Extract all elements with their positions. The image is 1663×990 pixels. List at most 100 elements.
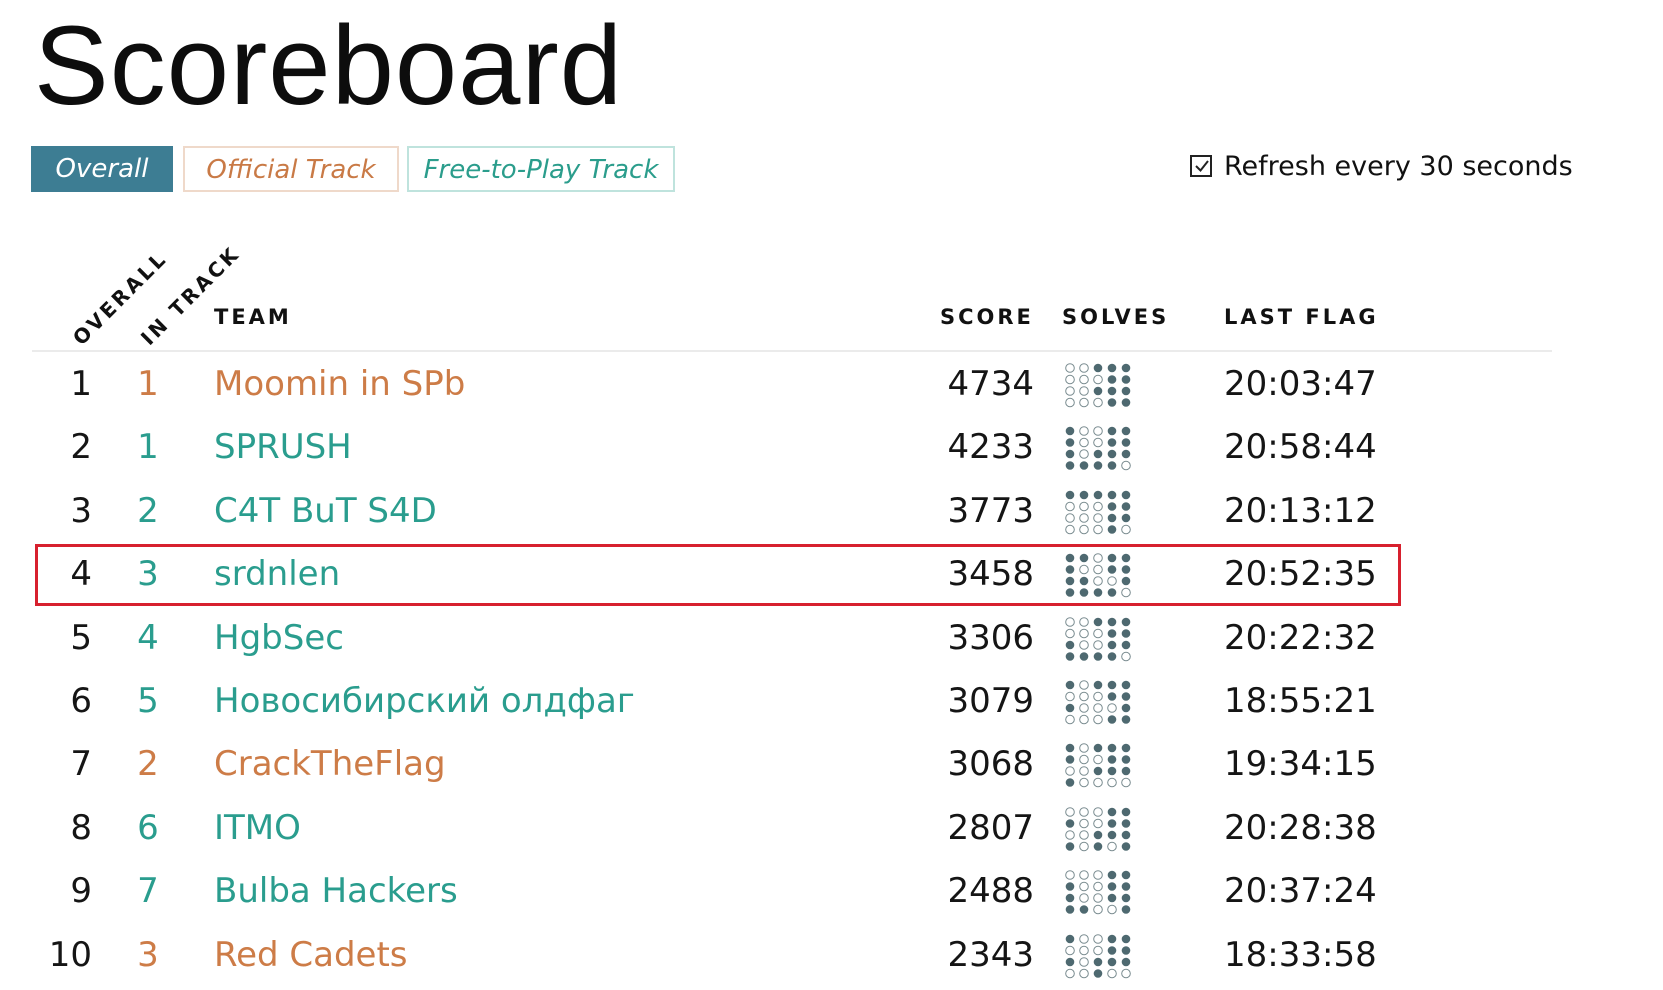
unsolved-dot xyxy=(1065,806,1075,817)
solved-dot xyxy=(1065,893,1075,903)
unsolved-dot xyxy=(1079,870,1089,880)
overall-rank: 9 xyxy=(70,871,92,912)
team-name-link[interactable]: C4T BuT S4D xyxy=(214,481,437,541)
unsolved-dot xyxy=(1093,818,1103,829)
score-value: 3773 xyxy=(947,490,1034,531)
unsolved-dot xyxy=(1093,778,1103,788)
solved-dot xyxy=(1107,524,1117,534)
solved-dot xyxy=(1107,501,1117,511)
table-row: 9 7 Bulba Hackers 2488 20:37:24 xyxy=(0,861,1663,921)
unsolved-dot xyxy=(1079,714,1089,725)
solved-dot xyxy=(1079,651,1089,661)
solved-dot xyxy=(1121,692,1131,701)
solves-grid xyxy=(1064,616,1134,664)
unsolved-dot xyxy=(1079,755,1089,765)
track-rank: 1 xyxy=(137,364,159,404)
unsolved-dot xyxy=(1079,818,1089,829)
solves-dots xyxy=(1065,490,1131,535)
refresh-toggle[interactable]: Refresh every 30 seconds xyxy=(1190,148,1573,184)
solved-dot xyxy=(1121,945,1131,955)
unsolved-dot xyxy=(1079,881,1089,892)
solved-dot xyxy=(1079,576,1089,586)
team-name-link[interactable]: SPRUSH xyxy=(214,417,352,477)
track-rank: 3 xyxy=(137,554,159,595)
unsolved-dot xyxy=(1107,968,1117,978)
solved-dot xyxy=(1093,450,1103,459)
solved-dot xyxy=(1065,565,1075,574)
team-name-link[interactable]: Red Cadets xyxy=(214,925,408,985)
score-value: 4233 xyxy=(947,427,1034,468)
solved-dot xyxy=(1121,830,1131,840)
solved-dot xyxy=(1093,461,1103,471)
solved-dot xyxy=(1107,692,1117,701)
unsolved-dot xyxy=(1093,881,1103,892)
refresh-checkbox[interactable] xyxy=(1190,155,1212,177)
solved-dot xyxy=(1107,870,1117,880)
team-name-link[interactable]: Moomin in SPb xyxy=(214,354,465,414)
solved-dot xyxy=(1065,651,1075,661)
table-row: 6 5 Новосибирский олдфаг 3079 18:55:21 xyxy=(0,671,1663,731)
solved-dot xyxy=(1107,513,1117,523)
solves-dots xyxy=(1065,553,1131,598)
solved-dot xyxy=(1121,501,1131,511)
track-rank: 7 xyxy=(137,871,159,912)
tab-official-track[interactable]: Official Track xyxy=(183,146,399,192)
team-name-link[interactable]: Новосибирский олдфаг xyxy=(214,671,635,731)
column-header-last-flag: LAST FLAG xyxy=(1224,305,1379,329)
solved-dot xyxy=(1107,398,1117,407)
unsolved-dot xyxy=(1079,956,1089,967)
solved-dot xyxy=(1107,945,1117,955)
overall-rank: 7 xyxy=(70,744,92,785)
unsolved-dot xyxy=(1079,968,1089,978)
solved-dot xyxy=(1065,438,1075,448)
solved-dot xyxy=(1121,398,1131,407)
solved-dot xyxy=(1121,893,1131,903)
score-value: 2807 xyxy=(947,807,1034,848)
team-name-link[interactable]: HgbSec xyxy=(214,608,344,668)
solved-dot xyxy=(1121,513,1131,523)
solved-dot xyxy=(1065,553,1075,563)
solves-dots xyxy=(1065,426,1131,471)
solved-dot xyxy=(1065,841,1075,851)
solves-dots xyxy=(1065,743,1131,788)
solved-dot xyxy=(1121,617,1131,626)
unsolved-dot xyxy=(1093,933,1103,944)
unsolved-dot xyxy=(1065,363,1075,373)
solved-dot xyxy=(1121,870,1131,880)
overall-rank: 5 xyxy=(70,617,92,658)
solved-dot xyxy=(1065,957,1075,966)
unsolved-dot xyxy=(1079,829,1089,840)
unsolved-dot xyxy=(1079,438,1089,448)
solved-dot xyxy=(1121,882,1131,891)
last-flag-time: 20:37:24 xyxy=(1224,871,1377,912)
unsolved-dot xyxy=(1093,512,1103,523)
solved-dot xyxy=(1121,680,1131,690)
tab-overall[interactable]: Overall xyxy=(31,146,173,192)
team-name-link[interactable]: CrackTheFlag xyxy=(214,734,446,794)
tab-free-to-play-track[interactable]: Free-to-Play Track xyxy=(407,146,675,192)
unsolved-dot xyxy=(1079,397,1089,408)
table-row: 10 3 Red Cadets 2343 18:33:58 xyxy=(0,925,1663,985)
solved-dot xyxy=(1093,841,1103,851)
unsolved-dot xyxy=(1065,968,1075,978)
column-header-solves: SOLVES xyxy=(1062,305,1170,329)
unsolved-dot xyxy=(1065,870,1075,880)
unsolved-dot xyxy=(1121,461,1131,471)
team-name-link[interactable]: Bulba Hackers xyxy=(214,861,458,921)
solved-dot xyxy=(1107,438,1117,448)
team-name-link[interactable]: srdnlen xyxy=(214,544,340,604)
solved-dot xyxy=(1065,744,1075,753)
solves-grid xyxy=(1064,869,1134,917)
track-rank: 2 xyxy=(137,490,159,531)
unsolved-dot xyxy=(1079,449,1089,460)
solved-dot xyxy=(1121,553,1131,563)
track-rank: 4 xyxy=(137,617,159,658)
unsolved-dot xyxy=(1093,755,1103,765)
last-flag-time: 20:22:32 xyxy=(1224,617,1377,658)
unsolved-dot xyxy=(1107,841,1117,852)
solved-dot xyxy=(1121,744,1131,753)
solved-dot xyxy=(1093,968,1103,978)
team-name-link[interactable]: ITMO xyxy=(214,798,301,858)
solved-dot xyxy=(1065,778,1075,788)
unsolved-dot xyxy=(1079,616,1089,627)
